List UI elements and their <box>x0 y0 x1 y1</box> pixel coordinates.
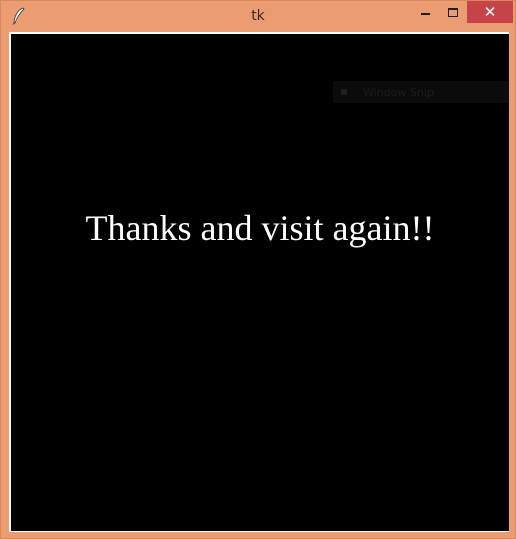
minimize-button[interactable] <box>411 1 439 23</box>
overlay-dot-icon <box>341 89 347 95</box>
faint-overlay-tab: Window Snip <box>333 81 509 103</box>
maximize-button[interactable] <box>439 1 467 23</box>
minimize-icon <box>420 13 430 15</box>
overlay-label: Window Snip <box>363 85 434 99</box>
close-icon: ✕ <box>483 3 497 21</box>
client-area: Window Snip Thanks and visit again!! <box>9 32 509 532</box>
black-canvas[interactable]: Window Snip Thanks and visit again!! <box>11 34 509 531</box>
title-bar[interactable]: tk ✕ <box>1 1 515 31</box>
close-button[interactable]: ✕ <box>467 1 513 23</box>
maximize-icon <box>448 7 458 17</box>
thanks-message: Thanks and visit again!! <box>85 208 435 248</box>
app-window: tk ✕ Window Snip Thanks and visit again!… <box>0 0 516 539</box>
